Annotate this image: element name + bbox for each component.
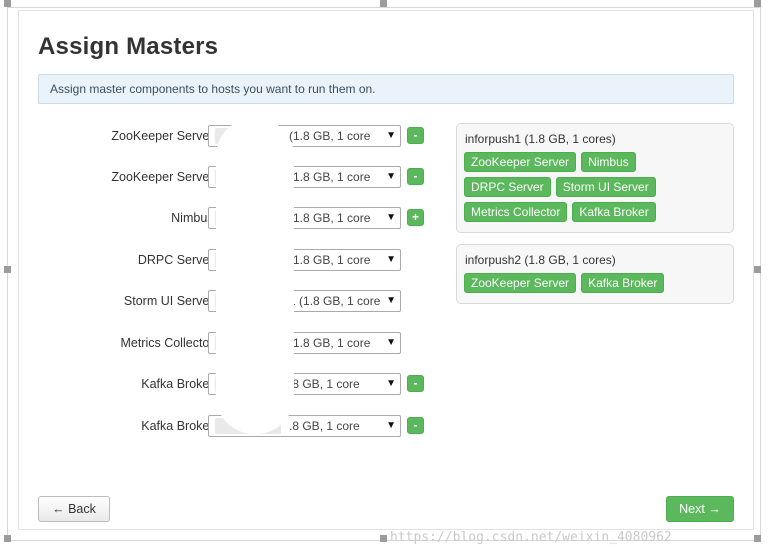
host-card-2: inforpush2 (1.8 GB, 1 cores) ZooKeeper S… <box>456 244 734 304</box>
resize-handle-bottom[interactable] <box>380 535 387 542</box>
next-button[interactable]: Next → <box>666 496 734 522</box>
select-value: 1.8 GB, 1 core <box>293 211 371 225</box>
dropdown-arrow-icon: ▼ <box>382 126 396 146</box>
resize-handle-top-right[interactable] <box>754 0 761 7</box>
component-tag: Metrics Collector <box>464 202 568 222</box>
resize-handle-bottom-left[interactable] <box>4 535 11 542</box>
component-tag: ZooKeeper Server <box>464 152 577 172</box>
component-tag: Kafka Broker <box>581 273 665 293</box>
dropdown-arrow-icon: ▼ <box>382 333 396 353</box>
dropdown-arrow-icon: ▼ <box>382 291 396 311</box>
watermark: https://blog.csdn.net/weixin_4080962 <box>390 530 672 545</box>
component-tag: Nimbus <box>581 152 636 172</box>
dropdown-arrow-icon: ▼ <box>382 167 396 187</box>
host-card-1: inforpush1 (1.8 GB, 1 cores) ZooKeeper S… <box>456 123 734 233</box>
select-value: 1.8 GB, 1 core <box>293 129 371 143</box>
dropdown-arrow-icon: ▼ <box>382 250 396 270</box>
remove-component-button[interactable]: - <box>407 127 424 144</box>
component-label: Kafka Broker: <box>141 419 217 433</box>
add-component-button[interactable]: + <box>407 209 424 226</box>
component-label: Kafka Broker: <box>141 377 217 391</box>
remove-component-button[interactable]: - <box>407 168 424 185</box>
component-tags: ZooKeeper Server Nimbus DRPC Server Storm U… <box>464 152 726 222</box>
component-tag: ZooKeeper Server <box>464 273 577 293</box>
redaction-overlay <box>216 118 294 434</box>
select-value: 1.8 GB, 1 core <box>293 170 371 184</box>
component-label: DRPC Server: <box>137 253 217 267</box>
component-tag: Kafka Broker <box>572 202 656 222</box>
select-value: 8 GB, 1 core <box>292 377 360 391</box>
component-tag: DRPC Server <box>464 177 551 197</box>
select-value: 1.8 GB, 1 core <box>303 294 381 308</box>
resize-handle-top-left[interactable] <box>4 0 11 7</box>
host-name: inforpush2 (1.8 GB, 1 cores) <box>465 253 616 267</box>
select-value: 1.8 GB, 1 core <box>293 336 371 350</box>
resize-handle-bottom-right[interactable] <box>754 535 761 542</box>
select-value: 1.8 GB, 1 core <box>293 253 371 267</box>
resize-handle-left[interactable] <box>4 266 11 273</box>
host-name: inforpush1 (1.8 GB, 1 cores) <box>465 132 616 146</box>
resize-handle-top[interactable] <box>380 0 387 7</box>
remove-component-button[interactable]: - <box>407 375 424 392</box>
dropdown-arrow-icon: ▼ <box>382 374 396 394</box>
info-alert: Assign master components to hosts you wa… <box>38 74 734 104</box>
select-value: 8 GB, 1 core <box>292 419 360 433</box>
dropdown-arrow-icon: ▼ <box>382 416 396 436</box>
remove-component-button[interactable]: - <box>407 417 424 434</box>
assign-masters-panel: Assign Masters Assign master components … <box>18 10 754 530</box>
page-title: Assign Masters <box>38 33 219 60</box>
component-tag: Storm UI Server <box>555 177 656 197</box>
resize-handle-right[interactable] <box>754 266 761 273</box>
component-label: Metrics Collector: <box>120 336 217 350</box>
component-label: ZooKeeper Server: <box>111 170 217 184</box>
component-tags: ZooKeeper Server Kafka Broker <box>464 273 726 293</box>
component-label: ZooKeeper Server: <box>111 129 217 143</box>
component-label: Storm UI Server: <box>123 294 217 308</box>
back-button[interactable]: ← Back <box>38 496 110 522</box>
dropdown-arrow-icon: ▼ <box>382 208 396 228</box>
